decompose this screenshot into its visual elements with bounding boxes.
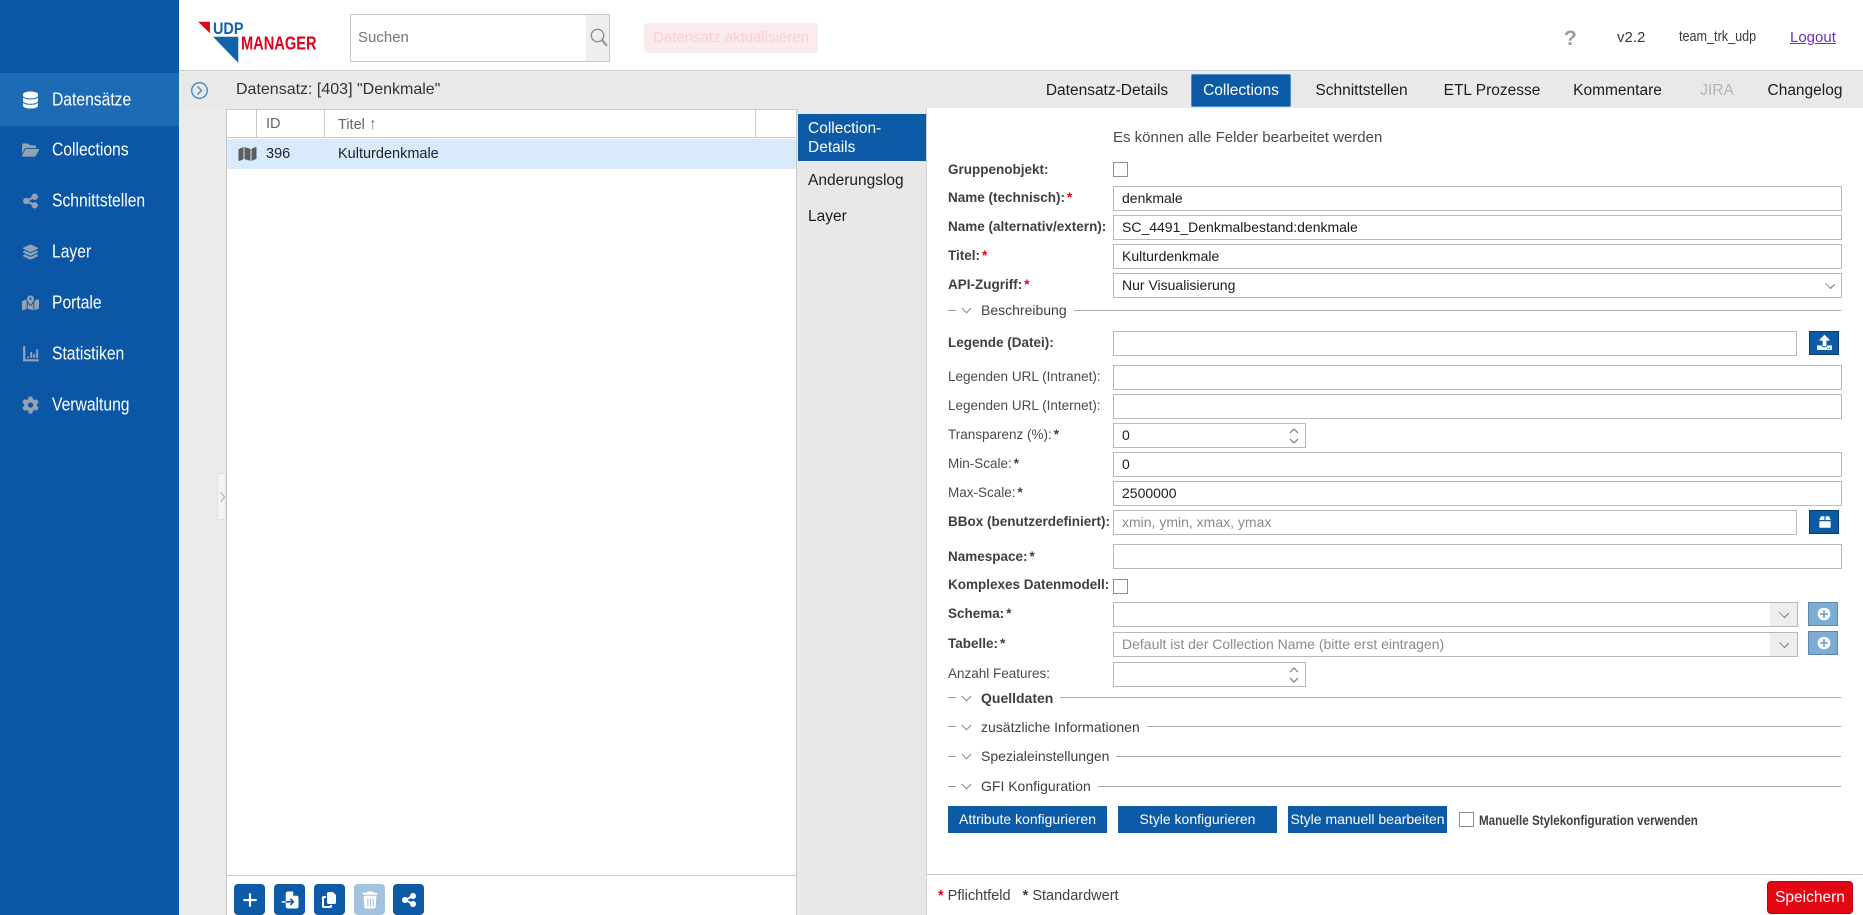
svg-text:UDP: UDP [213, 19, 244, 38]
svg-text:MANAGER: MANAGER [241, 34, 317, 54]
